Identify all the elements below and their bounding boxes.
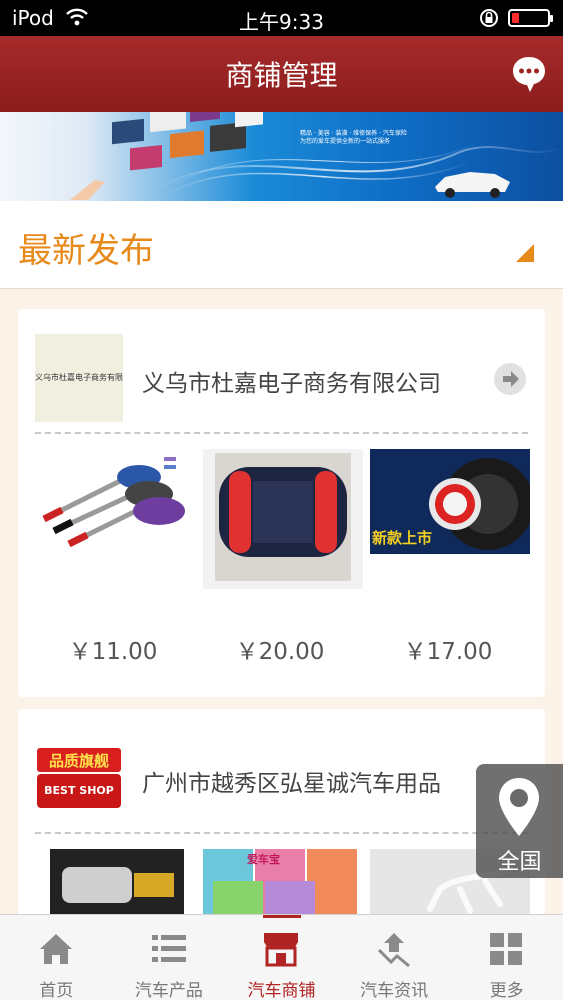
promo-banner[interactable]: 精品 · 美容 · 装潢 · 维修保养 · 汽车保险 为您的爱车提供全新的一站式… [0,112,563,201]
chat-bubble-icon[interactable] [510,54,548,94]
shop-logo: 品质旗舰 BEST SHOP [35,734,123,822]
arrow-right-icon[interactable] [494,363,526,395]
grid-icon [490,933,523,965]
app-header: 商铺管理 [0,36,563,112]
page-title: 商铺管理 [225,59,338,92]
store-icon [264,933,299,967]
battery-icon [508,9,553,27]
map-pin-icon [499,778,539,836]
tab-home[interactable]: 首页 [0,915,113,1000]
tab-label: 首页 [39,981,74,1000]
shop-card[interactable]: 义乌市杜嘉电子商务有限公司 义乌市杜嘉电子商务有限公司 [18,309,545,697]
tab-products[interactable]: 汽车产品 [113,915,226,1000]
shop-name[interactable]: 义乌市杜嘉电子商务有限公司 [142,364,441,398]
tab-label: 更多 [489,981,524,1000]
divider [35,832,528,834]
corner-triangle-icon [516,244,534,262]
status-bar: iPod 上午9:33 [0,0,563,36]
banner-subtext: 为您的爱车提供全新的一站式服务 [300,138,391,145]
banner-graphic [70,112,563,200]
product-price: ￥17.00 [403,639,493,665]
product-price: ￥20.00 [235,639,325,665]
location-label: 全国 [497,850,542,875]
product-thumbnail[interactable] [34,449,194,589]
location-button[interactable]: 全国 [476,764,563,878]
section-title: 最新发布 [18,231,154,271]
product-tag: 新款上市 [372,529,433,547]
product-thumbnail[interactable]: 新款上市 [370,449,530,589]
tab-label: 汽车商铺 [247,981,316,1000]
tab-label: 汽车产品 [134,981,203,1000]
shop-logo: 义乌市杜嘉电子商务有限公司 [35,334,123,422]
tab-label: 汽车资讯 [360,981,429,1000]
divider [35,432,528,434]
product-thumbnail[interactable] [203,449,363,589]
news-icon [377,933,410,968]
latest-section-header: 最新发布 [0,201,563,289]
product-price: ￥11.00 [68,639,158,665]
rotation-lock-icon [480,9,498,27]
tab-news[interactable]: 汽车资讯 [338,915,451,1000]
tab-more[interactable]: 更多 [450,915,563,1000]
bottom-tab-bar: 首页 汽车产品 汽车商铺 汽车资讯 更多 [0,914,563,1000]
product-tag: 爱车宝 [247,853,280,866]
home-icon [40,934,72,964]
tab-stores[interactable]: 汽车商铺 [225,915,338,1000]
shop-name[interactable]: 广州市越秀区弘星诚汽车用品 [142,764,441,798]
battery-level [512,13,519,23]
list-icon [151,935,186,962]
